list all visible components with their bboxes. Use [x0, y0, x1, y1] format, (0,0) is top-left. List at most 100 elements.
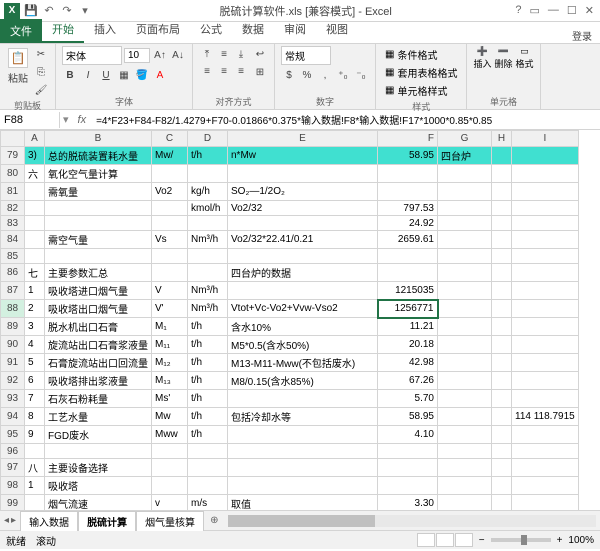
cell-I91[interactable] — [512, 354, 579, 372]
cell-I92[interactable] — [512, 372, 579, 390]
cell-E91[interactable]: M13-M11-Mww(不包括废水) — [228, 354, 378, 372]
column-header-H[interactable]: H — [492, 131, 512, 147]
cell-A79[interactable]: 3) — [25, 147, 45, 165]
redo-icon[interactable]: ↷ — [60, 4, 74, 18]
cell-B92[interactable]: 吸收塔排出浆液量 — [45, 372, 152, 390]
cell-C86[interactable] — [152, 264, 188, 282]
spreadsheet-grid[interactable]: ABCDEFGHI793)总的脱硫装置耗水量Mw/t/hn*Mw58.95四台炉… — [0, 130, 600, 510]
row-header-88[interactable]: 88 — [1, 300, 25, 318]
decrease-decimal-icon[interactable]: ⁻₀ — [353, 67, 369, 83]
cell-I95[interactable] — [512, 426, 579, 444]
cell-C88[interactable]: V' — [152, 300, 188, 318]
format-painter-icon[interactable]: 🖌 — [33, 82, 49, 98]
cell-B88[interactable]: 吸收塔出口烟气量 — [45, 300, 152, 318]
cell-D96[interactable] — [188, 444, 228, 459]
cell-C83[interactable] — [152, 216, 188, 231]
fill-color-button[interactable]: 🪣 — [134, 67, 150, 83]
qat-dropdown-icon[interactable]: ▾ — [78, 4, 92, 18]
cell-H87[interactable] — [492, 282, 512, 300]
cell-I88[interactable] — [512, 300, 579, 318]
cell-C79[interactable]: Mw/ — [152, 147, 188, 165]
font-name-select[interactable]: 宋体 — [62, 46, 122, 65]
format-cells-button[interactable]: ▭格式 — [515, 46, 533, 70]
cell-D89[interactable]: t/h — [188, 318, 228, 336]
cell-H86[interactable] — [492, 264, 512, 282]
column-header-C[interactable]: C — [152, 131, 188, 147]
normal-view-button[interactable] — [417, 533, 435, 547]
align-middle-icon[interactable]: ≡ — [216, 46, 232, 62]
cell-D85[interactable] — [188, 249, 228, 264]
cell-H95[interactable] — [492, 426, 512, 444]
cell-I87[interactable] — [512, 282, 579, 300]
cell-C89[interactable]: M₁ — [152, 318, 188, 336]
cell-G99[interactable] — [438, 495, 492, 511]
cell-E79[interactable]: n*Mw — [228, 147, 378, 165]
cell-E83[interactable] — [228, 216, 378, 231]
cell-F90[interactable]: 20.18 — [378, 336, 438, 354]
column-header-A[interactable]: A — [25, 131, 45, 147]
merge-button[interactable]: ⊞ — [252, 64, 268, 80]
cell-D98[interactable] — [188, 477, 228, 495]
cell-B97[interactable]: 主要设备选择 — [45, 459, 152, 477]
row-header-96[interactable]: 96 — [1, 444, 25, 459]
cell-G87[interactable] — [438, 282, 492, 300]
tab-insert[interactable]: 插入 — [84, 17, 126, 43]
cell-A82[interactable] — [25, 201, 45, 216]
cell-B84[interactable]: 需空气量 — [45, 231, 152, 249]
cell-I85[interactable] — [512, 249, 579, 264]
cell-H80[interactable] — [492, 165, 512, 183]
cell-F82[interactable]: 797.53 — [378, 201, 438, 216]
cell-C80[interactable] — [152, 165, 188, 183]
column-header-G[interactable]: G — [438, 131, 492, 147]
cell-G97[interactable] — [438, 459, 492, 477]
cell-G79[interactable]: 四台炉 — [438, 147, 492, 165]
cell-C91[interactable]: M₁₂ — [152, 354, 188, 372]
cell-H91[interactable] — [492, 354, 512, 372]
cell-G90[interactable] — [438, 336, 492, 354]
increase-font-icon[interactable]: A↑ — [152, 48, 168, 64]
fx-icon[interactable]: fx — [72, 114, 93, 126]
row-header-95[interactable]: 95 — [1, 426, 25, 444]
cell-A90[interactable]: 4 — [25, 336, 45, 354]
number-format-select[interactable]: 常规 — [281, 46, 331, 65]
cell-I96[interactable] — [512, 444, 579, 459]
cell-F88[interactable]: 1256771 — [378, 300, 438, 318]
delete-cells-button[interactable]: ➖删除 — [494, 46, 512, 70]
row-header-82[interactable]: 82 — [1, 201, 25, 216]
cell-E94[interactable]: 包括冷却水等 — [228, 408, 378, 426]
copy-icon[interactable]: ⎘ — [33, 64, 49, 80]
cell-A95[interactable]: 9 — [25, 426, 45, 444]
cell-G96[interactable] — [438, 444, 492, 459]
cell-C96[interactable] — [152, 444, 188, 459]
row-header-86[interactable]: 86 — [1, 264, 25, 282]
maximize-icon[interactable]: ☐ — [567, 4, 577, 17]
login-link[interactable]: 登录 — [572, 28, 600, 43]
row-header-98[interactable]: 98 — [1, 477, 25, 495]
cell-G80[interactable] — [438, 165, 492, 183]
cell-B99[interactable]: 烟气流速 — [45, 495, 152, 511]
table-format-button[interactable]: ▦ 套用表格格式 — [382, 64, 460, 81]
row-header-91[interactable]: 91 — [1, 354, 25, 372]
cell-F93[interactable]: 5.70 — [378, 390, 438, 408]
cell-D91[interactable]: t/h — [188, 354, 228, 372]
cell-F81[interactable] — [378, 183, 438, 201]
cell-A99[interactable] — [25, 495, 45, 511]
align-right-icon[interactable]: ≡ — [233, 63, 249, 79]
cell-H79[interactable] — [492, 147, 512, 165]
cell-A83[interactable] — [25, 216, 45, 231]
column-header-F[interactable]: F — [378, 131, 438, 147]
column-header-D[interactable]: D — [188, 131, 228, 147]
cell-E81[interactable]: SO₂—1/2O₂ — [228, 183, 378, 201]
cell-H88[interactable] — [492, 300, 512, 318]
cell-H93[interactable] — [492, 390, 512, 408]
cell-E86[interactable]: 四台炉的数据 — [228, 264, 378, 282]
cell-D81[interactable]: kg/h — [188, 183, 228, 201]
cell-C92[interactable]: M₁₃ — [152, 372, 188, 390]
cell-B81[interactable]: 需氧量 — [45, 183, 152, 201]
italic-button[interactable]: I — [80, 67, 96, 83]
tab-home[interactable]: 开始 — [42, 17, 84, 43]
cell-H96[interactable] — [492, 444, 512, 459]
cell-H81[interactable] — [492, 183, 512, 201]
cell-E80[interactable] — [228, 165, 378, 183]
cell-I86[interactable] — [512, 264, 579, 282]
